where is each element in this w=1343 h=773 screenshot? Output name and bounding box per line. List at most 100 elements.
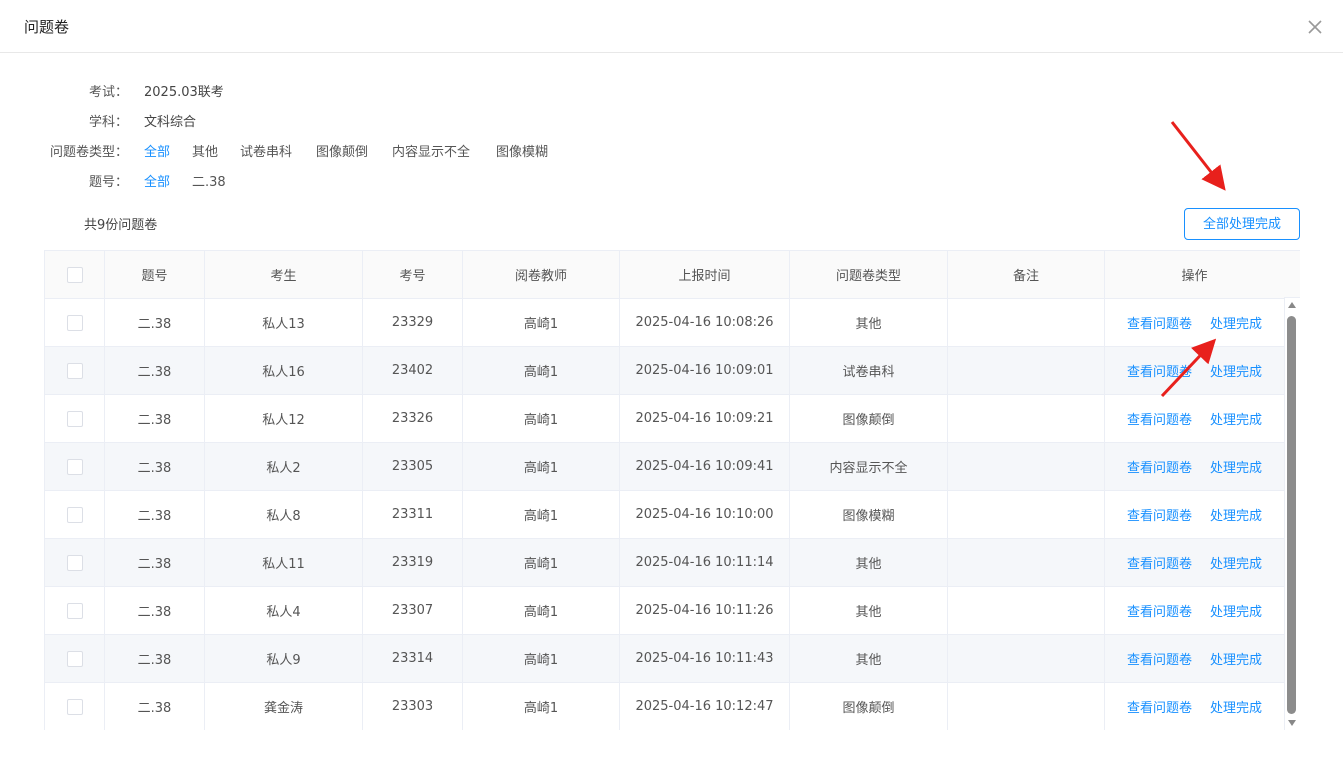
type-filter-other[interactable]: 其他 xyxy=(192,143,218,163)
cell-report-time: 2025-04-16 10:10:00 xyxy=(619,490,790,539)
header-actions: 操作 xyxy=(1104,250,1285,299)
cell-exam-id: 23319 xyxy=(362,538,463,587)
mark-done-link[interactable]: 处理完成 xyxy=(1210,653,1262,668)
cell-report-time: 2025-04-16 10:09:41 xyxy=(619,442,790,491)
mark-done-link[interactable]: 处理完成 xyxy=(1210,701,1262,716)
cell-question: 二.38 xyxy=(104,394,205,443)
type-filter-image-blurry[interactable]: 图像模糊 xyxy=(496,143,548,163)
cell-teacher: 高崎1 xyxy=(462,346,620,395)
row-checkbox[interactable] xyxy=(66,410,83,427)
cell-actions: 查看问题卷 处理完成 xyxy=(1104,298,1285,347)
type-filter-mixed-subject[interactable]: 试卷串科 xyxy=(240,143,292,163)
cell-teacher: 高崎1 xyxy=(462,586,620,635)
row-checkbox[interactable] xyxy=(66,362,83,379)
table-row: 二.38 私人12 23326 高崎1 2025-04-16 10:09:21 图像颠倒 查… xyxy=(44,394,1285,443)
cell-question: 二.38 xyxy=(104,538,205,587)
question-filter-row: 题号： 全部 二.38 xyxy=(0,173,600,193)
row-checkbox[interactable] xyxy=(66,314,83,331)
cell-teacher: 高崎1 xyxy=(462,634,620,683)
cell-actions: 查看问题卷 处理完成 xyxy=(1104,586,1285,635)
cell-issue-type: 其他 xyxy=(789,634,948,683)
mark-done-link[interactable]: 处理完成 xyxy=(1210,365,1262,380)
cell-teacher: 高崎1 xyxy=(462,298,620,347)
view-issue-link[interactable]: 查看问题卷 xyxy=(1127,413,1192,428)
header-exam-id: 考号 xyxy=(362,250,463,299)
cell-note xyxy=(947,586,1105,635)
mark-done-link[interactable]: 处理完成 xyxy=(1210,557,1262,572)
close-icon[interactable] xyxy=(1306,18,1324,36)
view-issue-link[interactable]: 查看问题卷 xyxy=(1127,605,1192,620)
cell-question: 二.38 xyxy=(104,442,205,491)
cell-exam-id: 23314 xyxy=(362,634,463,683)
mark-done-link[interactable]: 处理完成 xyxy=(1210,605,1262,620)
row-checkbox[interactable] xyxy=(66,506,83,523)
view-issue-link[interactable]: 查看问题卷 xyxy=(1127,317,1192,332)
cell-report-time: 2025-04-16 10:11:43 xyxy=(619,634,790,683)
row-checkbox-cell xyxy=(44,394,105,443)
row-checkbox[interactable] xyxy=(66,458,83,475)
cell-question: 二.38 xyxy=(104,682,205,730)
header-student: 考生 xyxy=(204,250,363,299)
cell-exam-id: 23329 xyxy=(362,298,463,347)
cell-note xyxy=(947,394,1105,443)
question-label: 题号： xyxy=(88,175,128,190)
mark-done-link[interactable]: 处理完成 xyxy=(1210,317,1262,332)
header-select-all[interactable] xyxy=(44,250,105,299)
cell-issue-type: 内容显示不全 xyxy=(789,442,948,491)
cell-report-time: 2025-04-16 10:11:14 xyxy=(619,538,790,587)
cell-student: 私人11 xyxy=(204,538,363,587)
cell-issue-type: 图像模糊 xyxy=(789,490,948,539)
table-row: 二.38 私人11 23319 高崎1 2025-04-16 10:11:14 其他 查看问… xyxy=(44,538,1285,587)
cell-report-time: 2025-04-16 10:09:21 xyxy=(619,394,790,443)
view-issue-link[interactable]: 查看问题卷 xyxy=(1127,509,1192,524)
view-issue-link[interactable]: 查看问题卷 xyxy=(1127,557,1192,572)
cell-note xyxy=(947,490,1105,539)
scroll-down-arrow-icon[interactable] xyxy=(1288,720,1296,726)
cell-student: 私人13 xyxy=(204,298,363,347)
view-issue-link[interactable]: 查看问题卷 xyxy=(1127,653,1192,668)
row-checkbox[interactable] xyxy=(66,650,83,667)
cell-actions: 查看问题卷 处理完成 xyxy=(1104,442,1285,491)
mark-done-link[interactable]: 处理完成 xyxy=(1210,413,1262,428)
cell-note xyxy=(947,682,1105,730)
type-filter-row: 问题卷类型： 全部 其他 试卷串科 图像颠倒 内容显示不全 图像模糊 xyxy=(0,143,600,163)
select-all-checkbox[interactable] xyxy=(66,266,83,283)
scrollbar[interactable] xyxy=(1286,302,1298,730)
scroll-up-arrow-icon[interactable] xyxy=(1288,302,1296,308)
cell-actions: 查看问题卷 处理完成 xyxy=(1104,346,1285,395)
type-filter-all[interactable]: 全部 xyxy=(144,143,170,163)
question-filter-all[interactable]: 全部 xyxy=(144,173,170,193)
row-checkbox[interactable] xyxy=(66,602,83,619)
cell-note xyxy=(947,442,1105,491)
cell-question: 二.38 xyxy=(104,298,205,347)
mark-done-link[interactable]: 处理完成 xyxy=(1210,461,1262,476)
question-filter-2-38[interactable]: 二.38 xyxy=(192,173,226,193)
cell-report-time: 2025-04-16 10:09:01 xyxy=(619,346,790,395)
view-issue-link[interactable]: 查看问题卷 xyxy=(1127,461,1192,476)
row-checkbox[interactable] xyxy=(66,554,83,571)
subject-label: 学科： xyxy=(88,115,128,130)
table-row: 二.38 私人13 23329 高崎1 2025-04-16 10:08:26 其他 查看问… xyxy=(44,298,1285,347)
cell-issue-type: 试卷串科 xyxy=(789,346,948,395)
cell-teacher: 高崎1 xyxy=(462,442,620,491)
table-row: 二.38 私人8 23311 高崎1 2025-04-16 10:10:00 图像模糊 查看… xyxy=(44,490,1285,539)
mark-done-link[interactable]: 处理完成 xyxy=(1210,509,1262,524)
cell-actions: 查看问题卷 处理完成 xyxy=(1104,394,1285,443)
type-filter-image-inverted[interactable]: 图像颠倒 xyxy=(316,143,368,163)
type-filter-incomplete[interactable]: 内容显示不全 xyxy=(392,143,470,163)
table-row: 二.38 龚金涛 23303 高崎1 2025-04-16 10:12:47 图像颠倒 查看… xyxy=(44,682,1285,730)
header-report-time: 上报时间 xyxy=(619,250,790,299)
cell-exam-id: 23311 xyxy=(362,490,463,539)
row-checkbox-cell xyxy=(44,586,105,635)
cell-actions: 查看问题卷 处理完成 xyxy=(1104,682,1285,730)
cell-issue-type: 图像颠倒 xyxy=(789,394,948,443)
cell-teacher: 高崎1 xyxy=(462,394,620,443)
exam-value: 2025.03联考 xyxy=(144,85,224,100)
all-done-button[interactable]: 全部处理完成 xyxy=(1184,208,1300,240)
cell-teacher: 高崎1 xyxy=(462,538,620,587)
annotation-arrow-all-done xyxy=(1170,121,1226,191)
row-checkbox[interactable] xyxy=(66,698,83,715)
scroll-thumb[interactable] xyxy=(1287,316,1296,714)
view-issue-link[interactable]: 查看问题卷 xyxy=(1127,365,1192,380)
view-issue-link[interactable]: 查看问题卷 xyxy=(1127,701,1192,716)
